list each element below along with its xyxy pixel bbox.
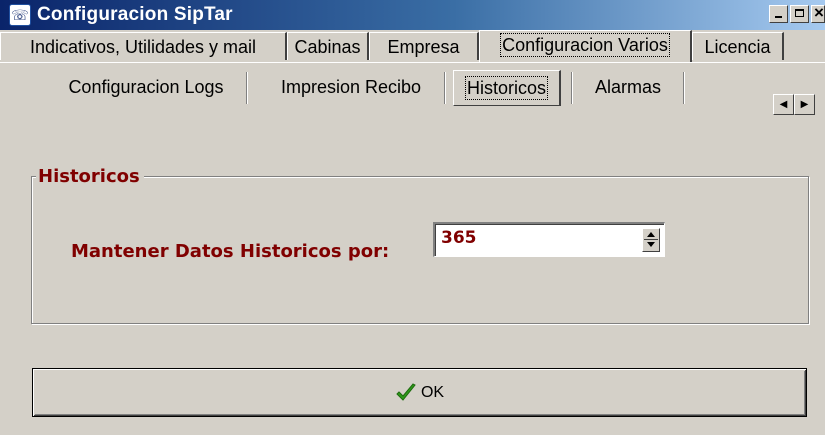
- subtab-divider: [246, 72, 248, 104]
- subtab-historicos[interactable]: Historicos: [453, 70, 561, 106]
- close-icon: ×: [814, 5, 824, 22]
- tab-cabinas[interactable]: Cabinas: [287, 32, 369, 60]
- tab-label: Licencia: [704, 37, 771, 57]
- tab-empresa[interactable]: Empresa: [369, 32, 479, 60]
- arrow-right-icon: ▶: [800, 99, 809, 110]
- retention-label: Mantener Datos Historicos por:: [71, 241, 390, 262]
- subtab-divider: [571, 72, 573, 104]
- spin-up-icon[interactable]: [647, 232, 655, 237]
- minimize-button[interactable]: [769, 5, 788, 23]
- subtab-scroll: ◀ ▶: [773, 94, 815, 115]
- ok-label: OK: [420, 383, 445, 401]
- tab-label: Empresa: [387, 37, 460, 57]
- subtab-label: Historicos: [464, 76, 549, 100]
- title-bar[interactable]: ☏ Configuracion SipTar ×: [0, 0, 825, 30]
- subtab-configuracion-logs[interactable]: Configuracion Logs: [48, 70, 244, 104]
- subtab-alarmas[interactable]: Alarmas: [578, 70, 678, 104]
- main-tab-strip: Indicativos, Utilidades y mail Cabinas E…: [0, 30, 825, 62]
- tab-licencia[interactable]: Licencia: [692, 32, 784, 60]
- checkmark-icon: [396, 382, 416, 401]
- maximize-button[interactable]: [790, 5, 809, 23]
- group-title: Historicos: [36, 166, 144, 187]
- tab-label: Indicativos, Utilidades y mail: [29, 37, 257, 57]
- tab-label: Cabinas: [294, 37, 361, 57]
- spin-down-icon[interactable]: [647, 242, 655, 247]
- subtab-label: Configuracion Logs: [68, 77, 224, 97]
- close-button[interactable]: ×: [811, 5, 825, 23]
- retention-spinner[interactable]: 365: [433, 222, 665, 257]
- window-title: Configuracion SipTar: [37, 4, 233, 25]
- spinner-divider: [644, 239, 658, 240]
- window-controls: ×: [767, 5, 825, 23]
- subtab-label: Alarmas: [594, 77, 661, 97]
- tab-configuracion-varios[interactable]: Configuracion Varios: [479, 30, 692, 62]
- spinner-buttons[interactable]: [642, 228, 660, 252]
- subtab-impresion-recibo[interactable]: Impresion Recibo: [253, 70, 449, 104]
- subtab-label: Impresion Recibo: [280, 77, 422, 97]
- tab-indicativos[interactable]: Indicativos, Utilidades y mail: [0, 32, 287, 60]
- retention-value[interactable]: 365: [441, 228, 477, 248]
- ok-button[interactable]: OK: [32, 368, 807, 417]
- tab-label: Configuracion Varios: [500, 33, 670, 57]
- scroll-left-button[interactable]: ◀: [773, 94, 794, 115]
- arrow-left-icon: ◀: [779, 99, 788, 110]
- subtab-divider: [683, 72, 685, 104]
- telephone-icon: ☏: [9, 4, 31, 26]
- scroll-right-button[interactable]: ▶: [794, 94, 815, 115]
- subtab-divider: [444, 72, 446, 104]
